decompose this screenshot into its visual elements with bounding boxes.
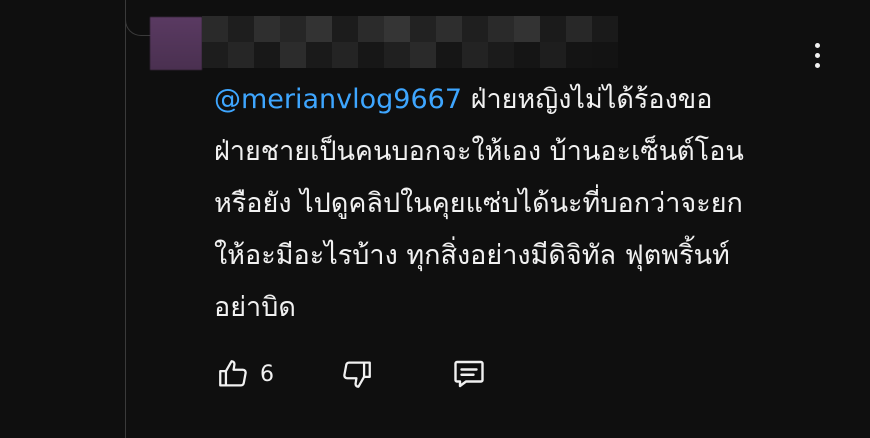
thumbs-down-icon [343,361,371,388]
comment-reply-panel: @merianvlog9667 ฝ่ายหญิงไม่ได้ร้องขอ ฝ่า… [0,0,870,438]
comment-line-3: หรือยัง ไปดูคลิปในคุยแซ่บได้นะที่บอกว่าจ… [214,188,743,219]
like-count: 6 [260,361,274,387]
comment-line-4: ให้อะมีอะไรบ้าง ทุกสิ่งอย่างมีดิจิทัล ฟุ… [214,240,730,271]
like-button[interactable] [214,355,252,393]
comment-line-5: อย่าบิด [214,292,296,323]
more-vertical-icon [814,42,820,48]
thread-line [125,0,126,438]
thumbs-up-icon [219,360,247,387]
dislike-button[interactable] [338,355,376,393]
more-vertical-icon-dot [814,52,820,58]
comment-line-1: @merianvlog9667 ฝ่ายหญิงไม่ได้ร้องขอ [214,74,814,126]
comment-line-text: ฝ่ายหญิงไม่ได้ร้องขอ [470,84,713,115]
comment-text: @merianvlog9667 ฝ่ายหญิงไม่ได้ร้องขอ ฝ่า… [214,74,814,334]
mention-link[interactable]: @merianvlog9667 [214,84,462,115]
comment-icon [454,360,484,388]
reply-button[interactable] [450,355,488,393]
avatar[interactable] [150,17,202,70]
more-options-button[interactable] [806,38,828,72]
comment-line-2: ฝ่ายชายเป็นคนบอกจะให้เอง บ้านอะเซ็นต์โอน [214,136,744,167]
author-name-redacted [202,16,618,68]
more-vertical-icon-dot [814,62,820,68]
comment-action-bar: 6 [214,354,488,394]
